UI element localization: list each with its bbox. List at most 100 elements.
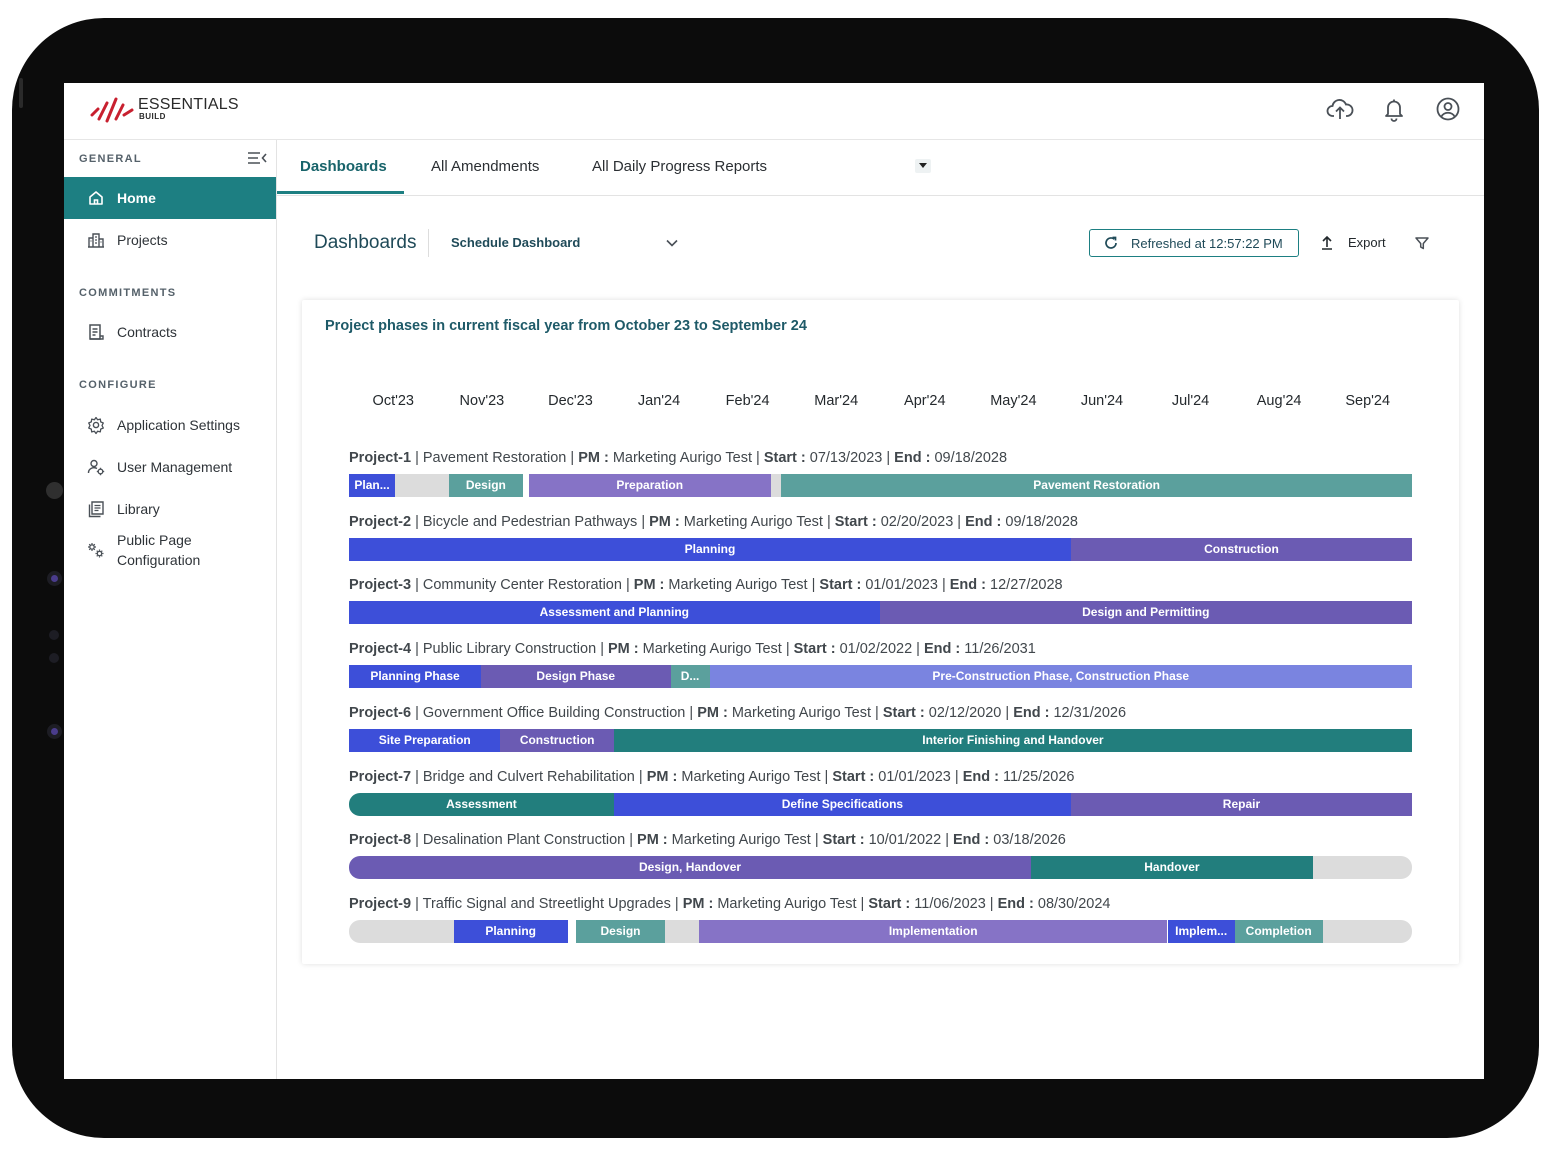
more-tabs-dropdown-icon[interactable]	[915, 159, 931, 173]
field-label: PM :	[649, 513, 680, 530]
phase-bar[interactable]: Planning Phase	[349, 665, 481, 689]
project-name: Bridge and Culvert Rehabilitation	[422, 768, 635, 785]
brand-logo[interactable]: ESSENTIALS BUILD	[90, 97, 239, 123]
phase-gap	[1312, 856, 1412, 880]
divider	[428, 229, 429, 257]
phase-gap	[395, 474, 450, 497]
filter-icon[interactable]	[1414, 235, 1430, 251]
bell-icon[interactable]	[1380, 95, 1408, 123]
cloud-upload-icon[interactable]	[1326, 95, 1354, 123]
sidebar-item-home[interactable]: Home	[64, 177, 276, 219]
tab-bar: Dashboards All Amendments All Daily Prog…	[277, 140, 1484, 196]
user-circle-icon[interactable]	[1434, 95, 1462, 123]
phase-bar[interactable]: Design	[575, 919, 666, 943]
project-id: Project-6	[349, 704, 412, 721]
project-start: 01/01/2023	[865, 577, 938, 594]
tab-all-daily-progress-reports[interactable]: All Daily Progress Reports	[592, 158, 767, 175]
project-name: Bicycle and Pedestrian Pathways	[422, 513, 638, 530]
project-id: Project-8	[349, 832, 412, 849]
sidebar-item-label: Home	[117, 190, 156, 206]
phase-bar[interactable]: Define Specifications	[613, 792, 1071, 816]
project-label[interactable]: Project-7 | Bridge and Culvert Rehabilit…	[349, 769, 1074, 785]
brand-sub: BUILD	[139, 112, 166, 121]
phase-gap	[665, 919, 699, 943]
project-label[interactable]: Project-2 | Bicycle and Pedestrian Pathw…	[349, 514, 1078, 530]
phase-bar[interactable]: Repair	[1070, 792, 1412, 816]
phase-gap	[349, 919, 454, 943]
project-pm: Marketing Aurigo Test	[612, 450, 752, 466]
sidebar: GENERAL Home Projects COMMITMENTS Contra…	[64, 140, 277, 1079]
phase-bar[interactable]: Implem...	[1167, 919, 1235, 943]
field-label: End :	[923, 641, 961, 658]
field-label: PM :	[646, 768, 678, 785]
project-label[interactable]: Project-6 | Government Office Building C…	[349, 705, 1126, 721]
phase-bar[interactable]: Construction	[500, 728, 614, 752]
phase-bar[interactable]: Pavement Restoration	[781, 474, 1412, 497]
sidebar-item-contracts[interactable]: Contracts	[64, 311, 276, 353]
tab-all-amendments[interactable]: All Amendments	[431, 158, 539, 175]
tab-dashboards[interactable]: Dashboards	[300, 158, 387, 175]
document-icon	[89, 324, 104, 340]
app-screen: ESSENTIALS BUILD GENERAL Home Projects C…	[64, 83, 1484, 1079]
phase-bar[interactable]: Interior Finishing and Handover	[613, 728, 1412, 752]
export-button[interactable]: Export	[1320, 234, 1386, 250]
phase-bar[interactable]: Assessment	[349, 792, 614, 816]
sensor-dot	[47, 724, 62, 739]
sidebar-item-library[interactable]: Library	[64, 488, 276, 530]
sidebar-item-label: Application Settings	[117, 417, 240, 433]
phase-bar[interactable]: Design, Handover	[349, 856, 1032, 880]
gear-icon	[88, 416, 104, 435]
project-pm: Marketing Aurigo Test	[642, 641, 782, 658]
project-end: 03/18/2026	[993, 832, 1066, 849]
phase-track: Assessment Define Specifications Repair	[349, 792, 1412, 816]
project-name: Government Office Building Construction	[422, 704, 686, 721]
phase-bar[interactable]: Design and Permitting	[879, 601, 1412, 625]
project-id: Project-7	[349, 768, 412, 785]
phase-gap	[770, 474, 782, 497]
phase-bar[interactable]: Planning	[349, 537, 1071, 561]
user-gear-icon	[87, 459, 105, 476]
sidebar-item-label: Public Page	[117, 532, 192, 548]
chevron-down-icon[interactable]	[664, 235, 680, 251]
sidebar-item-public-page-configuration[interactable]: Public Page Configuration	[64, 528, 276, 572]
project-start: 02/20/2023	[880, 513, 954, 530]
field-label: PM :	[633, 577, 665, 594]
project-label[interactable]: Project-4 | Public Library Construction …	[349, 641, 1036, 657]
phase-bar[interactable]: Pre-Construction Phase, Construction Pha…	[709, 665, 1412, 689]
phase-bar[interactable]: Implementation	[698, 919, 1168, 943]
gears-icon	[88, 543, 104, 558]
project-label[interactable]: Project-8 | Desalination Plant Construct…	[349, 832, 1066, 848]
project-name: Community Center Restoration	[422, 577, 622, 594]
phase-bar[interactable]: Site Preparation	[349, 728, 501, 752]
project-id: Project-9	[349, 895, 412, 912]
phase-bar[interactable]: D...	[670, 665, 710, 689]
phase-bar[interactable]: Preparation	[528, 474, 771, 497]
field-label: Start :	[793, 641, 836, 658]
section-title-commitments: COMMITMENTS	[79, 287, 177, 299]
refresh-button[interactable]: Refreshed at 12:57:22 PM	[1089, 229, 1299, 257]
month-label: Oct'23	[372, 393, 415, 409]
phase-track: Assessment and Planning Design and Permit…	[349, 601, 1412, 625]
phase-bar[interactable]: Assessment and Planning	[349, 601, 880, 625]
phase-bar[interactable]: Construction	[1070, 537, 1412, 561]
collapse-sidebar-icon[interactable]	[247, 150, 267, 166]
sidebar-item-user-management[interactable]: User Management	[64, 446, 276, 488]
month-label: Nov'23	[459, 393, 505, 409]
section-title-general: GENERAL	[79, 153, 142, 165]
phase-bar[interactable]: Plan...	[349, 474, 396, 497]
phase-bar[interactable]: Planning	[453, 919, 568, 943]
dashboard-select[interactable]: Schedule Dashboard	[451, 235, 580, 250]
field-label: End :	[894, 450, 931, 466]
project-label[interactable]: Project-3 | Community Center Restoration…	[349, 577, 1063, 593]
phase-bar[interactable]: Design Phase	[480, 665, 671, 689]
project-label[interactable]: Project-9 | Traffic Signal and Streetlig…	[349, 896, 1110, 912]
phase-bar[interactable]: Design	[449, 474, 523, 497]
sidebar-item-application-settings[interactable]: Application Settings	[64, 404, 276, 446]
project-end: 08/30/2024	[1037, 895, 1111, 912]
sidebar-item-label: Library	[117, 501, 160, 517]
project-label[interactable]: Project-1 | Pavement Restoration | PM : …	[349, 450, 1007, 466]
phase-bar[interactable]: Handover	[1031, 856, 1313, 880]
sidebar-item-projects[interactable]: Projects	[64, 219, 276, 261]
project-end: 09/18/2028	[1005, 513, 1078, 530]
phase-bar[interactable]: Completion	[1234, 919, 1323, 943]
